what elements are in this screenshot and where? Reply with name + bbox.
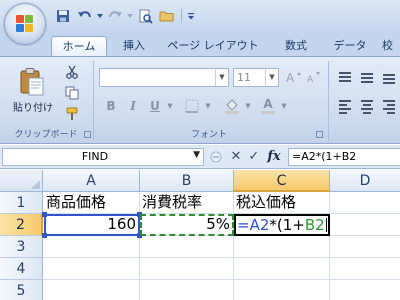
chevron-down-icon[interactable]: ▼ [279,97,289,115]
align-center-icon[interactable] [358,97,376,114]
svg-text:A: A [286,71,295,84]
bold-button[interactable]: B [101,97,121,115]
chevron-down-icon[interactable]: ▼ [243,97,253,115]
print-preview-icon[interactable] [134,7,156,25]
grow-font-icon[interactable]: A [283,68,303,86]
cell-a1[interactable]: 商品価格 [44,192,140,213]
font-size-value: 11 [237,71,251,84]
qat-separator [181,9,182,23]
worksheet-grid: A B C D 1 2 3 4 5 商品価格 消費税率 税込価格 160 5% … [0,170,400,300]
cell-c1[interactable]: 税込価格 [234,192,330,213]
align-top-icon[interactable] [336,69,354,86]
formula-prefix: = [237,216,250,234]
redo-dropdown-icon[interactable] [126,7,134,25]
tab-review[interactable]: 校 [382,36,400,56]
svg-text:A: A [307,75,314,84]
align-left-icon[interactable] [336,97,354,114]
gridline [43,279,400,280]
name-box[interactable]: FIND ▼ [2,148,204,166]
tab-data[interactable]: データ [326,36,374,56]
tab-insert[interactable]: 挿入 [114,36,154,56]
formula-ref-b2: B2 [304,216,325,234]
font-group-label: フォント [190,130,227,140]
font-color-letter: A [263,97,273,111]
chevron-down-icon[interactable]: ▼ [193,150,200,160]
chevron-down-icon[interactable]: ▼ [215,69,228,86]
active-cell-c2[interactable]: =A2*(1+B2 [234,214,330,236]
cut-icon[interactable] [62,63,82,81]
clipboard-launcher-icon[interactable] [84,131,91,138]
office-button[interactable] [4,3,46,45]
column-header-a[interactable]: A [43,170,140,192]
clipboard-group-label: クリップボード [14,130,78,140]
align-middle-icon[interactable] [358,69,376,86]
office-logo-icon [16,15,34,33]
ref-handle[interactable] [42,212,47,217]
font-name-combo[interactable]: ▼ [99,68,229,87]
row-header-2[interactable]: 2 [0,214,43,236]
quick-access-toolbar [52,7,197,25]
row-header-3[interactable]: 3 [0,236,43,258]
name-box-value: FIND [81,150,109,163]
tab-formulas[interactable]: 数式 [274,36,318,56]
open-icon[interactable] [156,7,178,25]
row-header-5[interactable]: 5 [0,280,43,300]
column-header-c[interactable]: C [234,170,330,192]
font-size-combo[interactable]: 11 ▼ [233,68,279,87]
chevron-down-icon[interactable]: ▼ [165,97,175,115]
column-header-b[interactable]: B [140,170,234,192]
formula-operator: *(1+ [269,216,305,234]
formula-input[interactable]: =A2*(1+B2 [288,148,400,166]
ref-handle[interactable] [42,233,47,238]
italic-button[interactable]: I [123,97,143,115]
formula-bar: FIND ▼ ✕ ✓ fx =A2*(1+B2 [0,145,400,169]
copy-icon[interactable] [62,84,82,102]
row-header-4[interactable]: 4 [0,258,43,280]
borders-icon[interactable] [181,97,203,115]
reference-highlight-a2 [42,212,142,238]
formula-ref-a2: A2 [249,216,270,234]
underline-button[interactable]: U [145,97,165,115]
undo-icon[interactable] [74,7,96,25]
clipboard-icon [19,67,45,97]
chevron-down-icon[interactable]: ▼ [265,69,278,86]
row-header-1[interactable]: 1 [0,192,43,214]
enter-icon[interactable]: ✓ [246,148,262,166]
font-color-swatch [261,111,275,114]
cancel-icon[interactable]: ✕ [228,148,244,166]
gridline [43,257,400,258]
insert-function-button[interactable]: fx [264,148,284,166]
redo-icon[interactable] [104,7,126,25]
fill-color-icon[interactable] [221,97,243,115]
cell-b1[interactable]: 消費税率 [140,192,234,213]
chevron-down-icon[interactable]: ▼ [203,97,213,115]
tab-page-layout[interactable]: ページ レイアウト [160,36,266,56]
undo-dropdown-icon[interactable] [96,7,104,25]
paste-label: 貼り付け [13,103,53,114]
tab-home[interactable]: ホーム [51,36,107,56]
align-bottom-icon[interactable] [380,69,398,86]
reference-highlight-b2 [140,214,234,236]
save-icon[interactable] [52,7,74,25]
column-header-d[interactable]: D [330,170,400,192]
select-all-button[interactable] [0,170,43,192]
ribbon-tab-bar: ホーム 挿入 ページ レイアウト 数式 データ 校 [0,32,400,56]
group-separator [328,61,329,141]
title-bar [0,0,400,32]
format-painter-icon[interactable] [62,105,82,123]
shrink-font-icon[interactable]: A [303,68,323,86]
customize-qat-icon[interactable] [185,7,197,25]
font-launcher-icon[interactable] [316,131,323,138]
ribbon-home: 貼り付け クリップボード ▼ 11 ▼ A A B I U ▼ ▼ ▼ A ▼ … [0,56,400,144]
paste-button[interactable]: 貼り付け [8,63,58,121]
align-right-icon[interactable] [380,97,398,114]
text-cursor [325,218,327,232]
cell-c2-editor[interactable]: =A2*(1+B2 [236,215,330,236]
font-color-button[interactable]: A [257,97,279,115]
formula-bar-splitter[interactable] [210,149,222,165]
